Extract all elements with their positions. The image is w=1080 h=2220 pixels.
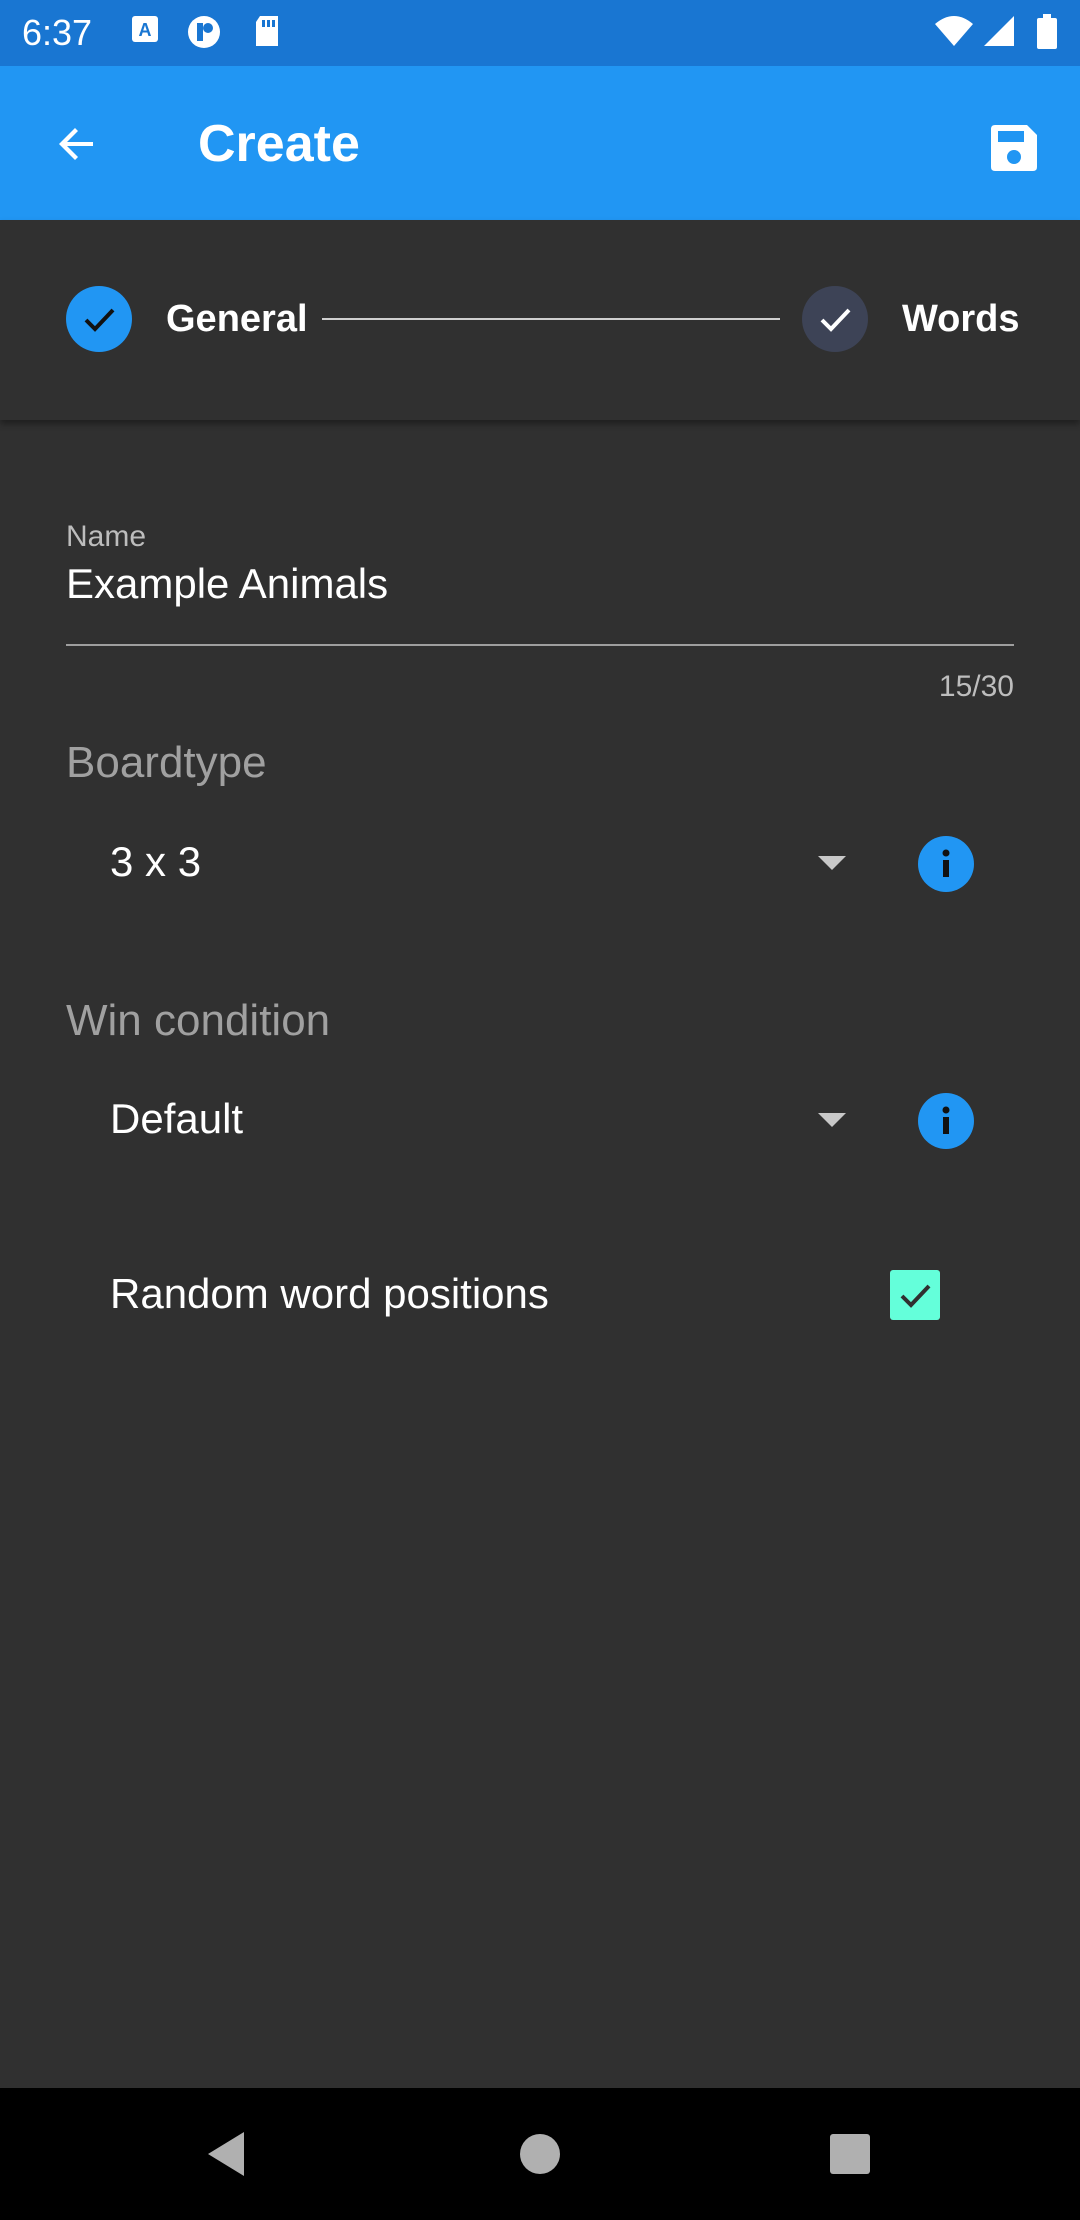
check-icon [84,308,115,332]
win-condition-selected: Default [110,1095,244,1142]
random-positions-checkbox[interactable] [890,1270,940,1320]
name-field-underline [66,644,1014,646]
nav-recents-button[interactable] [818,2122,882,2186]
step-words-label[interactable]: Words [902,298,1020,341]
name-field-counter: 15/30 [938,670,1014,703]
check-icon [900,1284,931,1308]
signal-icon [982,14,1018,50]
step-general-label[interactable]: General [166,298,308,341]
arrow-back-icon [59,128,93,160]
boardtype-title: Boardtype [66,738,267,787]
name-field-label: Name [66,520,147,553]
info-icon [942,849,950,877]
win-condition-title: Win condition [66,996,331,1045]
win-condition-dropdown[interactable]: Default [66,1075,866,1165]
win-condition-info-button[interactable] [918,1093,974,1149]
boardtype-selected: 3 x 3 [110,838,202,885]
random-positions-row[interactable]: Random word positions [110,1260,950,1332]
check-icon [820,308,851,332]
boardtype-info-button[interactable] [918,836,974,892]
status-time: 6:37 [22,12,93,53]
status-bar: 6:37 A [0,0,1080,66]
app-bar: Create [0,66,1080,220]
wifi-icon [934,14,973,50]
save-button[interactable] [976,110,1052,186]
name-field-value[interactable]: Example Animals [66,560,388,608]
dropdown-arrow-icon [818,1113,846,1127]
home-circle-icon [520,2134,560,2174]
text-notification-icon: A [130,14,166,50]
save-icon [991,125,1037,171]
page-title: Create [198,115,360,173]
boardtype-dropdown[interactable]: 3 x 3 [66,818,866,908]
stepper: General Words [0,220,1080,420]
step-connector [322,318,780,320]
app-notification-icon [186,14,222,50]
back-button[interactable] [40,112,114,176]
nav-home-button[interactable] [508,2122,572,2186]
random-positions-label: Random word positions [110,1270,549,1317]
step-general-indicator[interactable] [66,286,132,352]
dropdown-arrow-icon [818,856,846,870]
back-triangle-icon [208,2132,244,2176]
nav-back-button[interactable] [194,2122,258,2186]
step-words-indicator[interactable] [802,286,868,352]
battery-icon [1036,14,1072,50]
sd-card-icon [252,14,288,50]
svg-text:A: A [139,20,152,40]
recents-square-icon [830,2134,870,2174]
info-icon [942,1106,950,1134]
navigation-bar [0,2088,1080,2220]
